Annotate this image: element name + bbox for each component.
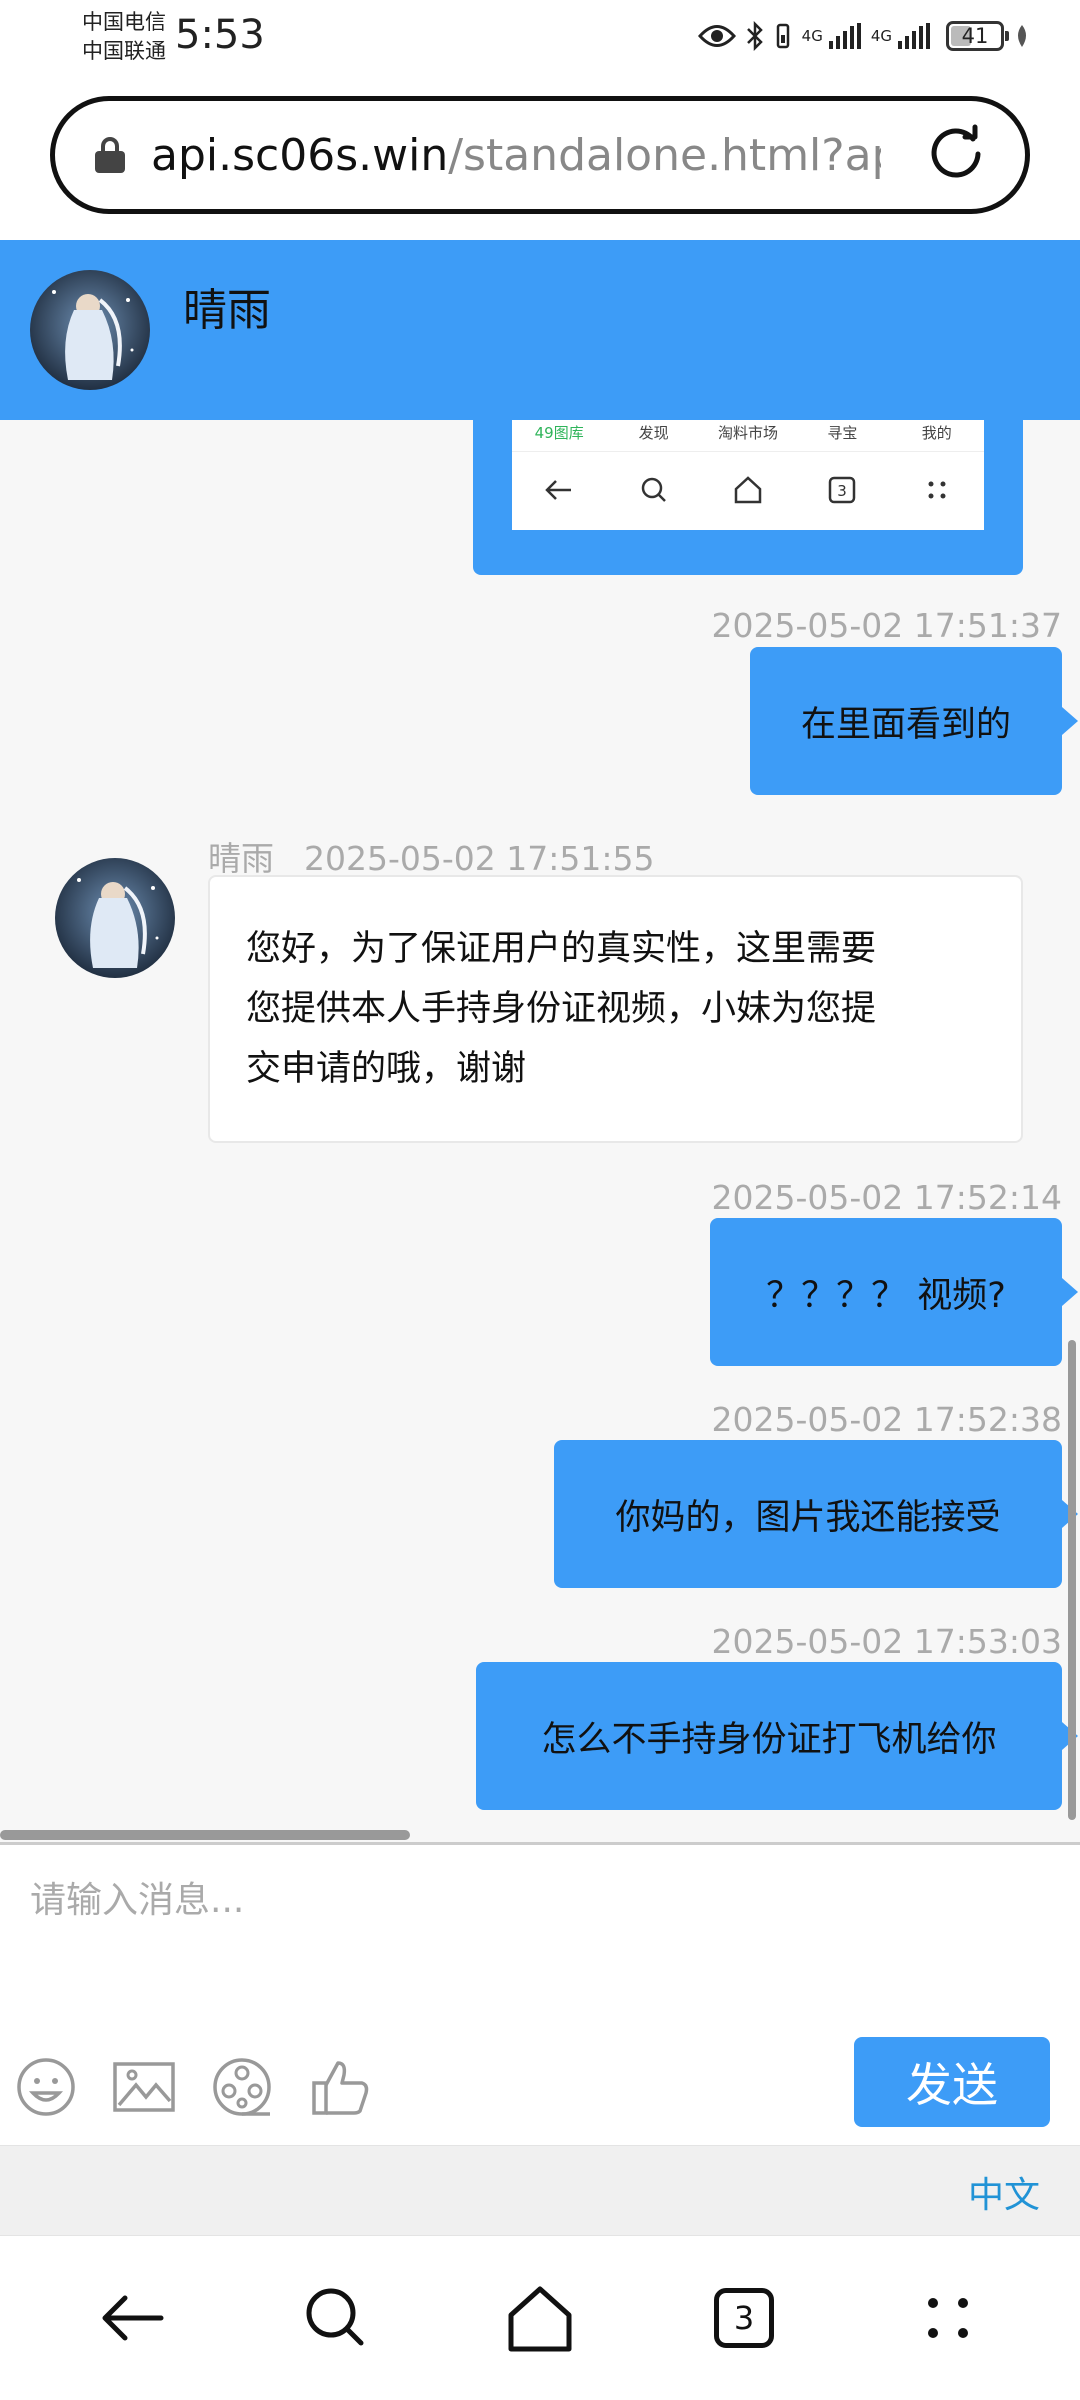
browser-navbar: 3 xyxy=(0,2235,1080,2400)
battery-icon: 41 xyxy=(946,21,1009,51)
signal-1-label: 4G xyxy=(801,27,823,45)
keyboard-toolbar: 中文 xyxy=(0,2145,1080,2235)
embedded-tab: 发现 xyxy=(638,424,669,442)
message-timestamp: 2025-05-02 17:53:03 xyxy=(711,1622,1062,1661)
tabs-icon: 3 xyxy=(829,476,856,504)
search-button[interactable] xyxy=(296,2278,376,2358)
search-icon xyxy=(306,2288,364,2346)
avatar[interactable] xyxy=(55,858,175,978)
signal-2-icon xyxy=(898,23,930,49)
lock-icon xyxy=(95,137,125,173)
chat-messages[interactable]: 49图库 发现 淘料市场 寻宝 我的 3 2025-05-02 17:51:37… xyxy=(0,420,1080,1842)
embedded-tab-count: 3 xyxy=(838,482,848,500)
embedded-tab: 淘料市场 xyxy=(717,424,778,442)
message-line: 交申请的哦，谢谢 xyxy=(246,1049,527,1089)
url-path: /standalone.html?ap xyxy=(448,129,881,181)
input-language-toggle[interactable]: 中文 xyxy=(968,2166,1040,2218)
carrier-2: 中国联通 xyxy=(82,39,166,63)
leaf-icon xyxy=(1018,25,1026,47)
tab-count: 3 xyxy=(714,2288,774,2348)
embedded-tab: 寻宝 xyxy=(827,424,858,442)
send-button[interactable]: 发送 xyxy=(854,2037,1050,2127)
back-arrow-icon xyxy=(545,480,572,500)
carrier-labels: 中国电信 中国联通 xyxy=(82,8,166,66)
contact-name: 晴雨 xyxy=(183,285,271,336)
message-timestamp: 2025-05-02 17:51:55 xyxy=(304,839,655,878)
battery-level: 41 xyxy=(961,24,989,48)
message-line: 您好，为了保证用户的真实性，这里需要 xyxy=(246,929,877,969)
signal-1-icon xyxy=(828,23,861,49)
avatar[interactable] xyxy=(30,270,150,390)
url-host: api.sc06s.win xyxy=(151,129,449,181)
message-timestamp: 2025-05-02 17:51:37 xyxy=(711,606,1062,645)
browser-url-bar: api.sc06s.win/standalone.html?ap xyxy=(0,80,1080,240)
image-message[interactable]: 49图库 发现 淘料市场 寻宝 我的 3 xyxy=(473,420,1023,575)
menu-dots-icon xyxy=(928,2298,968,2338)
embedded-tab: 49图库 xyxy=(534,424,584,442)
home-icon xyxy=(734,476,762,504)
reload-icon[interactable] xyxy=(925,123,987,185)
back-arrow-icon xyxy=(102,2295,164,2341)
vertical-scrollbar[interactable] xyxy=(1068,1340,1076,1820)
search-icon xyxy=(641,477,666,502)
embedded-tab: 我的 xyxy=(921,424,952,442)
message-composer: 请输入消息... 发送 xyxy=(0,1845,1080,2145)
message-timestamp: 2025-05-02 17:52:38 xyxy=(711,1400,1062,1439)
url-text[interactable]: api.sc06s.win/standalone.html?ap xyxy=(151,130,881,181)
status-bar: 中国电信 中国联通 5:53 4G 4G 41 xyxy=(0,0,1080,80)
status-icons: 4G 4G 41 xyxy=(697,14,1030,58)
embedded-tabbar: 49图库 发现 淘料市场 寻宝 我的 xyxy=(512,420,984,452)
eye-icon xyxy=(697,25,736,47)
thumbs-up-icon[interactable] xyxy=(308,2055,372,2119)
menu-dots-icon xyxy=(928,481,946,499)
sender-name: 晴雨 xyxy=(208,839,274,878)
video-reel-icon[interactable] xyxy=(210,2055,274,2119)
home-button[interactable] xyxy=(500,2278,580,2358)
composer-toolbar xyxy=(14,2055,372,2119)
address-field[interactable]: api.sc06s.win/standalone.html?ap xyxy=(50,96,1030,214)
chat-header: 晴雨 xyxy=(0,240,1080,420)
embedded-screenshot: 49图库 发现 淘料市场 寻宝 我的 3 xyxy=(512,420,984,530)
incoming-message[interactable]: 您好，为了保证用户的真实性，这里需要 您提供本人手持身份证视频，小妹为您提 交申… xyxy=(208,875,1023,1143)
menu-button[interactable] xyxy=(908,2278,988,2358)
clock: 5:53 xyxy=(175,12,265,58)
message-line: 您提供本人手持身份证视频，小妹为您提 xyxy=(246,989,877,1029)
message-input[interactable]: 请输入消息... xyxy=(30,1871,244,1923)
vibrate-icon xyxy=(776,23,789,49)
outgoing-message[interactable]: 在里面看到的 xyxy=(750,647,1078,795)
message-timestamp: 2025-05-02 17:52:14 xyxy=(711,1178,1062,1217)
carrier-1: 中国电信 xyxy=(82,10,166,34)
outgoing-message[interactable]: ？？？？ 视频? xyxy=(710,1218,1078,1366)
outgoing-message[interactable]: 怎么不手持身份证打飞机给你 xyxy=(476,1662,1078,1810)
horizontal-scrollbar[interactable] xyxy=(0,1830,410,1840)
emoji-icon[interactable] xyxy=(14,2055,78,2119)
message-meta: 晴雨 2025-05-02 17:51:55 xyxy=(208,832,654,880)
home-icon xyxy=(508,2286,572,2352)
embedded-navbar: 3 xyxy=(512,452,984,528)
image-icon[interactable] xyxy=(112,2055,176,2119)
signal-2-label: 4G xyxy=(870,27,892,45)
back-button[interactable] xyxy=(92,2278,172,2358)
outgoing-message[interactable]: 你妈的，图片我还能接受 xyxy=(554,1440,1078,1588)
bluetooth-icon xyxy=(746,21,763,51)
tabs-button[interactable]: 3 xyxy=(704,2278,784,2358)
